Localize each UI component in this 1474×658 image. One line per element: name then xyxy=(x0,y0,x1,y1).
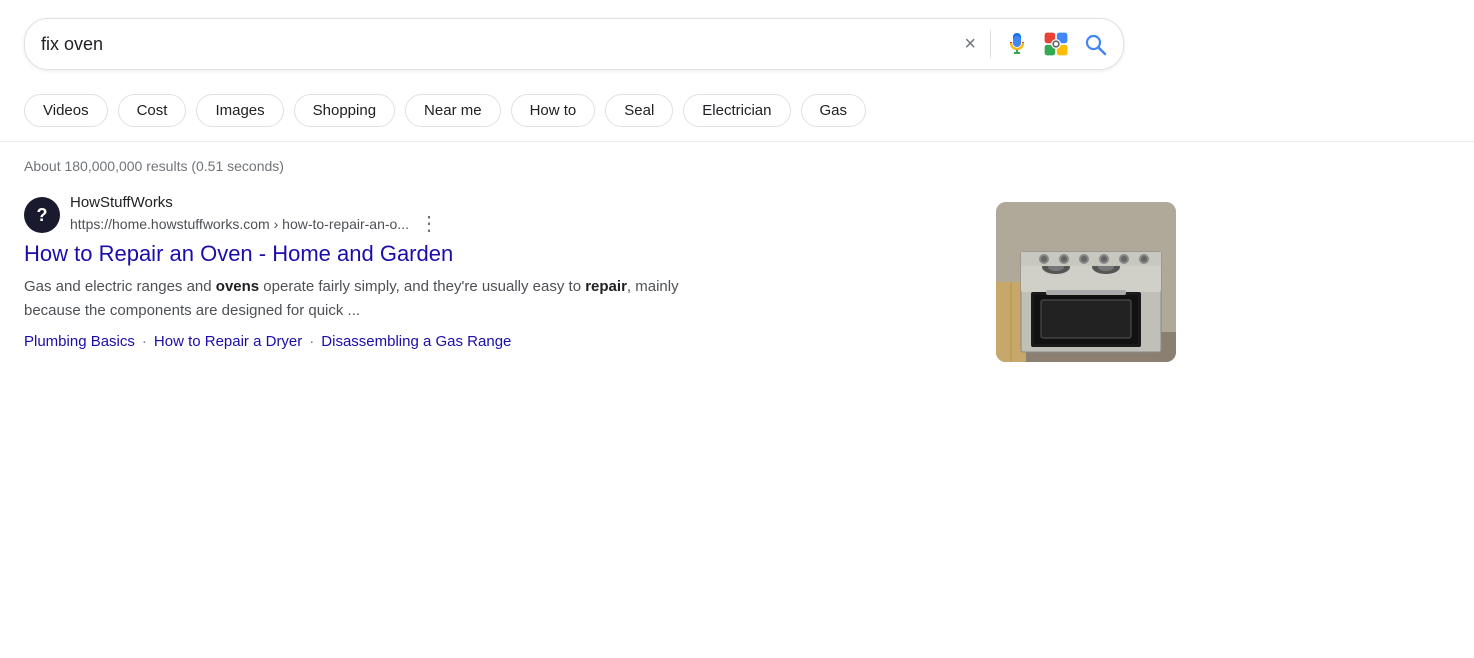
snippet-text-middle: operate fairly simply, and they're usual… xyxy=(259,278,585,295)
search-icon[interactable] xyxy=(1083,32,1107,56)
result-links: Plumbing Basics · How to Repair a Dryer … xyxy=(24,333,978,350)
microphone-icon[interactable] xyxy=(1005,32,1029,56)
result-link-dot-2: · xyxy=(309,333,314,350)
site-info: HowStuffWorks https://home.howstuffworks… xyxy=(70,194,439,236)
snippet-bold-repair: repair xyxy=(585,278,627,295)
chip-cost[interactable]: Cost xyxy=(118,94,187,127)
result-snippet: Gas and electric ranges and ovens operat… xyxy=(24,275,704,323)
divider xyxy=(990,30,991,58)
result-site-row: ? HowStuffWorks https://home.howstuffwor… xyxy=(24,194,978,236)
chip-electrician[interactable]: Electrician xyxy=(683,94,790,127)
clear-icon[interactable]: × xyxy=(964,33,976,56)
chip-seal[interactable]: Seal xyxy=(605,94,673,127)
result-image-container xyxy=(996,202,1176,362)
chip-shopping[interactable]: Shopping xyxy=(294,94,395,127)
result-link-dot-1: · xyxy=(142,333,147,350)
site-name: HowStuffWorks xyxy=(70,194,439,211)
site-favicon: ? xyxy=(24,197,60,233)
result-left: ? HowStuffWorks https://home.howstuffwor… xyxy=(24,194,978,350)
chip-near-me[interactable]: Near me xyxy=(405,94,501,127)
chips-container: Videos Cost Images Shopping Near me How … xyxy=(0,84,1474,142)
search-bar-container: fix oven × xyxy=(0,0,1474,84)
result-sublink-gas-range[interactable]: Disassembling a Gas Range xyxy=(321,333,511,350)
snippet-text-before: Gas and electric ranges and xyxy=(24,278,216,295)
search-bar: fix oven × xyxy=(24,18,1124,70)
site-url: https://home.howstuffworks.com › how-to-… xyxy=(70,216,409,232)
result-image xyxy=(996,202,1176,362)
oven-svg xyxy=(996,202,1176,362)
lens-icon[interactable] xyxy=(1043,31,1069,57)
chip-gas[interactable]: Gas xyxy=(801,94,867,127)
favicon-letter: ? xyxy=(37,205,48,226)
search-input[interactable]: fix oven xyxy=(41,34,954,55)
search-bar-icons: × xyxy=(964,30,1107,58)
result-container: ? HowStuffWorks https://home.howstuffwor… xyxy=(0,184,1200,372)
results-meta: About 180,000,000 results (0.51 seconds) xyxy=(0,142,1474,184)
result-sublink-dryer[interactable]: How to Repair a Dryer xyxy=(154,333,302,350)
chip-videos[interactable]: Videos xyxy=(24,94,108,127)
chip-how-to[interactable]: How to xyxy=(511,94,596,127)
results-count-text: About 180,000,000 results (0.51 seconds) xyxy=(24,158,284,174)
chip-images[interactable]: Images xyxy=(196,94,283,127)
snippet-bold-ovens: ovens xyxy=(216,278,259,295)
site-url-row: https://home.howstuffworks.com › how-to-… xyxy=(70,211,439,236)
result-sublink-plumbing[interactable]: Plumbing Basics xyxy=(24,333,135,350)
result-title-link[interactable]: How to Repair an Oven - Home and Garden xyxy=(24,240,978,269)
more-options-icon[interactable]: ⋮ xyxy=(419,211,439,236)
